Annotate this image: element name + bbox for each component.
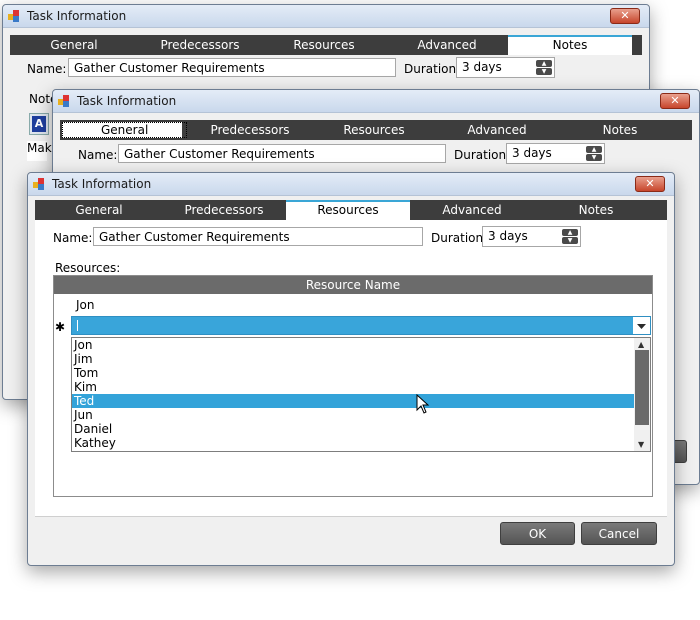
list-item[interactable]: Tom (72, 366, 650, 380)
app-icon (58, 95, 70, 107)
window-title: Task Information (52, 177, 152, 191)
list-item[interactable]: Kathey (72, 436, 650, 450)
spinner-arrows-icon[interactable]: ▲ ▼ (536, 60, 552, 75)
tab-general[interactable]: General (10, 35, 138, 55)
app-icon (33, 178, 45, 190)
tab-notes[interactable]: Notes (508, 35, 632, 55)
tab-predecessors[interactable]: Predecessors (138, 35, 262, 55)
list-item[interactable]: Jim (72, 352, 650, 366)
resources-page: Name: Gather Customer Requirements Durat… (35, 220, 667, 516)
ok-button[interactable]: OK (500, 522, 575, 545)
duration-value: 3 days (488, 229, 528, 243)
title-bar[interactable]: Task Information ✕ (53, 90, 699, 113)
duration-value: 3 days (512, 146, 552, 160)
tab-resources[interactable]: Resources (262, 35, 386, 55)
app-icon (8, 10, 20, 22)
title-bar[interactable]: Task Information ✕ (3, 5, 649, 28)
spinner-arrows-icon[interactable]: ▲ ▼ (562, 229, 578, 244)
tab-predecessors[interactable]: Predecessors (163, 200, 285, 220)
name-label: Name: (27, 62, 67, 76)
duration-label: Duration: (404, 62, 461, 76)
name-label: Name: (53, 231, 93, 245)
close-icon[interactable]: ✕ (660, 93, 690, 109)
tab-strip: General Predecessors Resources Advanced … (35, 200, 667, 220)
list-item[interactable]: Jun (72, 408, 650, 422)
tab-notes[interactable]: Notes (558, 120, 682, 140)
resource-dropdown-list[interactable]: Jon Jim Tom Kim Ted Jun Daniel Kathey ▲ … (71, 337, 651, 452)
tab-strip: General Predecessors Resources Advanced … (60, 120, 692, 140)
name-input[interactable]: Gather Customer Requirements (118, 144, 446, 163)
tab-strip: General Predecessors Resources Advanced … (10, 35, 642, 55)
list-item[interactable]: Jon (72, 338, 650, 352)
tab-general[interactable]: General (35, 200, 163, 220)
resources-grid[interactable]: Resource Name Jon ✱ Jon Jim Tom Kim Ted … (53, 275, 653, 497)
tab-predecessors[interactable]: Predecessors (188, 120, 312, 140)
duration-label: Duration: (454, 148, 511, 162)
duration-label: Duration: (431, 231, 488, 245)
window-title: Task Information (27, 9, 127, 23)
resources-label: Resources: (55, 261, 121, 275)
tab-advanced[interactable]: Advanced (436, 120, 558, 140)
tab-resources[interactable]: Resources (286, 200, 410, 220)
name-label: Name: (78, 148, 118, 162)
list-scrollbar[interactable]: ▲ ▼ (634, 338, 650, 451)
tab-notes[interactable]: Notes (534, 200, 658, 220)
close-icon[interactable]: ✕ (610, 8, 640, 24)
duration-value: 3 days (462, 60, 502, 74)
name-input[interactable]: Gather Customer Requirements (68, 58, 396, 77)
task-window-front: Task Information ✕ General Predecessors … (27, 172, 675, 566)
grid-row-jon[interactable]: Jon (76, 298, 95, 312)
notes-editor-text: Mak (27, 141, 52, 155)
chevron-down-icon[interactable] (633, 317, 650, 334)
font-color-button[interactable]: A (32, 116, 46, 132)
list-item-highlighted[interactable]: Ted (72, 394, 650, 408)
tab-resources[interactable]: Resources (312, 120, 436, 140)
duration-spinner[interactable]: 3 days ▲ ▼ (456, 57, 555, 78)
tab-advanced[interactable]: Advanced (386, 35, 508, 55)
cancel-button[interactable]: Cancel (581, 522, 657, 545)
tab-general[interactable]: General (62, 122, 188, 138)
tab-advanced[interactable]: Advanced (410, 200, 534, 220)
window-title: Task Information (77, 94, 177, 108)
column-header-resource-name[interactable]: Resource Name (54, 276, 652, 294)
list-item[interactable]: Daniel (72, 422, 650, 436)
duration-spinner[interactable]: 3 days ▲ ▼ (506, 143, 605, 164)
resource-dropdown[interactable] (71, 316, 651, 335)
title-bar[interactable]: Task Information ✕ (28, 173, 674, 196)
name-input[interactable]: Gather Customer Requirements (93, 227, 423, 246)
new-row-icon: ✱ (55, 320, 66, 334)
spinner-arrows-icon[interactable]: ▲ ▼ (586, 146, 602, 161)
close-icon[interactable]: ✕ (635, 176, 665, 192)
notes-editor[interactable]: Mak (27, 141, 52, 161)
mouse-pointer-icon (416, 393, 430, 417)
duration-spinner[interactable]: 3 days ▲ ▼ (482, 226, 581, 247)
list-item[interactable]: Kim (72, 380, 650, 394)
